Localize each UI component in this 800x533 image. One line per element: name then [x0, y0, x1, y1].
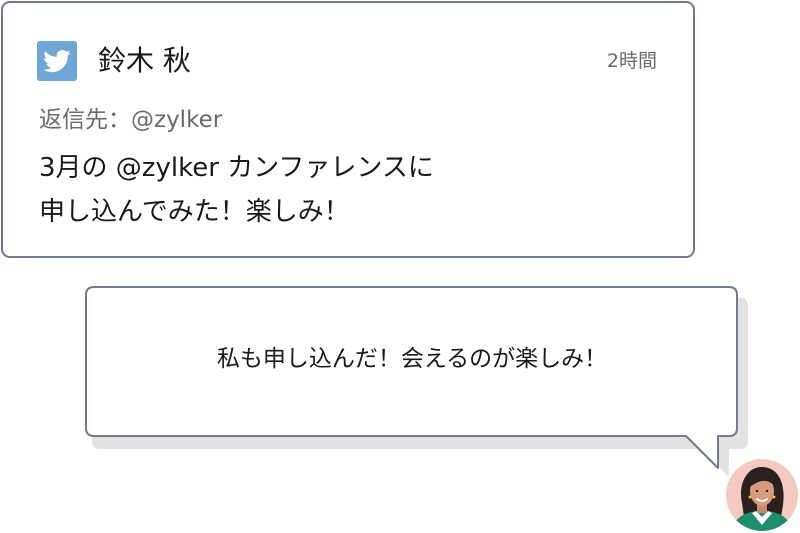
tweet-timestamp[interactable]: 2時間	[607, 48, 657, 74]
woman-avatar-icon[interactable]	[726, 459, 798, 531]
tweet-card: 鈴木 秋 2時間 返信先：@zylker 3月の @zylker カンファレンス…	[1, 1, 695, 258]
tweet-body: 3月の @zylker カンファレンスに 申し込んでみた！楽しみ！	[39, 146, 434, 234]
tweet-text-line: 3月の @zylker カンファレンスに	[39, 153, 434, 183]
twitter-bird-icon[interactable]	[37, 41, 77, 81]
speech-bubble-shape	[85, 286, 748, 477]
reply-speech-bubble: 私も申し込んだ！会えるのが楽しみ！	[85, 286, 748, 477]
author-name[interactable]: 鈴木 秋	[98, 41, 191, 81]
tweet-text-line: 申し込んでみた！楽しみ！	[39, 197, 350, 227]
reply-message: 私も申し込んだ！会えるのが楽しみ！	[216, 346, 608, 372]
reply-to-label: 返信先：@zylker	[39, 107, 223, 133]
